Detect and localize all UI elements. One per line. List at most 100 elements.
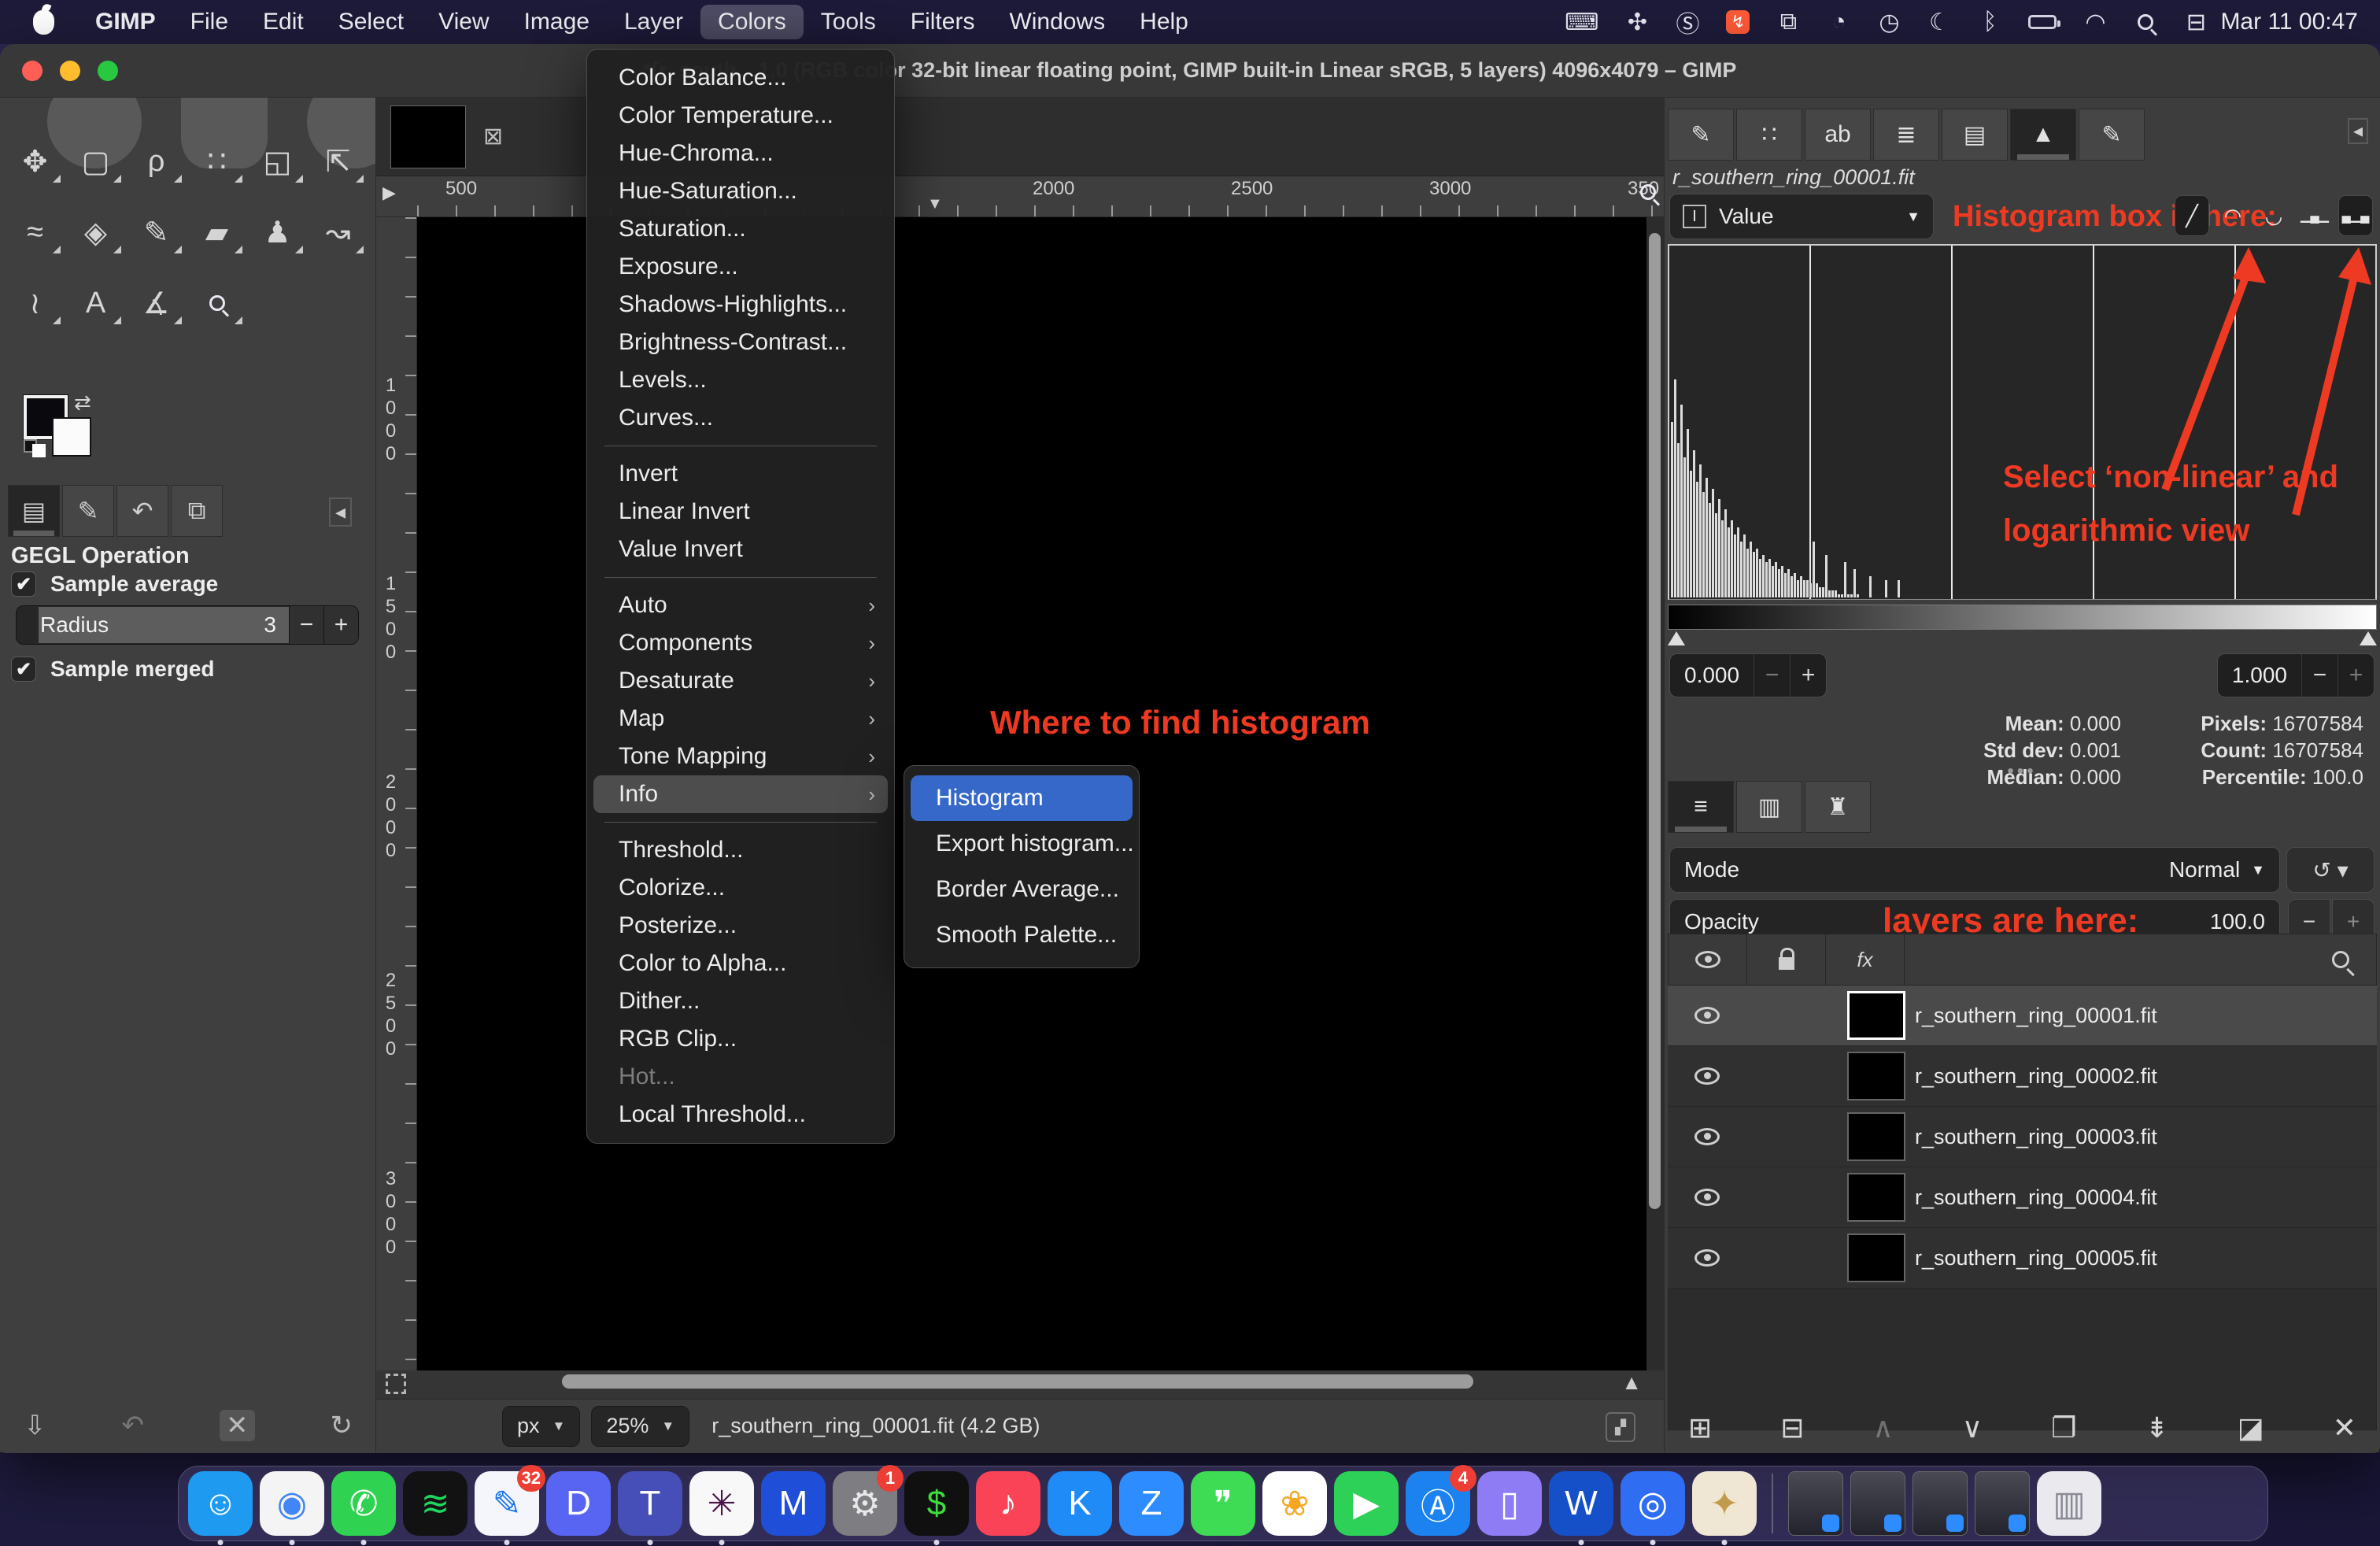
dock-icon-keynote[interactable]: K (1048, 1471, 1112, 1536)
layer-thumbnail[interactable] (1847, 1233, 1905, 1282)
apple-menu-icon[interactable] (33, 10, 54, 35)
low-range-handle[interactable] (1668, 631, 1685, 645)
horizontal-ruler[interactable]: ▶ 500200025003000350 ▼ (376, 176, 1664, 217)
dock-icon-whatsapp[interactable]: ✆ (331, 1471, 396, 1536)
menu-item-components[interactable]: Components› (593, 624, 888, 662)
linear-scale-view-button[interactable]: ▁▄▁ (2297, 195, 2332, 236)
dock-icon-finder[interactable]: ☺ (188, 1471, 253, 1536)
layer-row[interactable]: r_southern_ring_00004.fit (1668, 1167, 2377, 1228)
layer-name[interactable]: r_southern_ring_00001.fit (1915, 1004, 2157, 1028)
zoom-tool[interactable] (187, 279, 247, 327)
minimized-window-thumbnail[interactable] (1975, 1471, 2030, 1536)
menu-item-levels[interactable]: Levels... (593, 361, 888, 399)
dock-icon-devices[interactable]: ▯ (1477, 1471, 1542, 1536)
dock-icon-system-settings[interactable]: ⚙1 (833, 1471, 897, 1536)
ruler-unit-dropdown[interactable]: px ▼ (502, 1406, 580, 1447)
default-colors-icon[interactable] (24, 439, 46, 453)
submenu-item-border-average[interactable]: Border Average... (911, 867, 1133, 912)
warp-tool[interactable]: ≈ (5, 208, 65, 257)
layer-visible-eye-icon[interactable] (1694, 1189, 1720, 1206)
menu-item-threshold[interactable]: Threshold... (593, 831, 888, 869)
dock-icon-chrome[interactable]: ◉ (260, 1471, 324, 1536)
menu-item-posterize[interactable]: Posterize... (593, 907, 888, 945)
dock-icon-photos[interactable]: ❀ (1262, 1471, 1327, 1536)
menu-item-desaturate[interactable]: Desaturate› (593, 662, 888, 700)
tab-fonts[interactable]: ab (1805, 109, 1871, 161)
tab-brushes[interactable]: ✎ (1668, 109, 1734, 161)
menu-item-color-temperature[interactable]: Color Temperature... (593, 97, 888, 135)
range-low-decrement-button[interactable]: − (1754, 654, 1790, 697)
new-layer-group-button[interactable]: ⊟ (1780, 1411, 1804, 1444)
dock-icon-music[interactable]: ♪ (976, 1471, 1040, 1536)
menu-item-colorize[interactable]: Colorize... (593, 869, 888, 907)
linear-histogram-button[interactable]: ╱ (2175, 195, 2209, 236)
range-high-spinner[interactable]: 1.000 − + (2217, 653, 2374, 697)
image-tab-close-icon[interactable]: ⊠ (483, 123, 503, 150)
high-range-handle[interactable] (2360, 631, 2377, 645)
menu-item-value-invert[interactable]: Value Invert (593, 531, 888, 568)
save-tool-preset-button[interactable]: ⇩ (24, 1410, 46, 1441)
tab-device-status[interactable]: ✎ (62, 485, 114, 537)
swap-colors-icon[interactable]: ⇄ (74, 390, 91, 415)
layer-thumbnail[interactable] (1847, 1052, 1905, 1100)
lock-column-icon[interactable] (1747, 934, 1826, 985)
dock-icon-app-store[interactable]: Ⓐ4 (1406, 1471, 1470, 1536)
merge-layer-button[interactable]: ⇟ (2145, 1411, 2169, 1444)
minimized-window-thumbnail[interactable] (1850, 1471, 1905, 1536)
layer-visible-eye-icon[interactable] (1694, 1128, 1720, 1145)
menubar-item-filters[interactable]: Filters (893, 5, 992, 39)
raise-layer-button[interactable]: ∧ (1872, 1411, 1893, 1444)
dock-icon-teams[interactable]: T (618, 1471, 682, 1536)
layer-thumbnail[interactable] (1847, 1112, 1905, 1161)
title-bar[interactable]: *[r_south…1.0 (RGB color 32-bit linear f… (0, 44, 2380, 98)
keyboard-icon[interactable]: ⌨ (1565, 9, 1598, 36)
layer-thumbnail[interactable] (1847, 1173, 1905, 1222)
battery-icon[interactable] (2028, 15, 2057, 29)
menu-item-shadows-highlights[interactable]: Shadows-Highlights... (593, 286, 888, 324)
wifi-icon[interactable]: ◠ (2083, 9, 2107, 36)
rectangle-select-tool[interactable]: ▢ (65, 137, 126, 186)
image-tab-thumbnail[interactable] (390, 105, 466, 168)
vertical-scrollbar-thumb[interactable] (1649, 233, 1661, 1209)
vertical-scrollbar[interactable] (1646, 217, 1664, 1370)
layer-name[interactable]: r_southern_ring_00003.fit (1915, 1125, 2157, 1149)
timer-icon[interactable]: ◷ (1877, 9, 1901, 36)
do-not-disturb-moon-icon[interactable]: ☾ (1927, 9, 1951, 36)
menu-item-dither[interactable]: Dither... (593, 982, 888, 1020)
clone-tool[interactable]: ♟ (247, 208, 308, 257)
dock-icon-shortcuts[interactable]: ◎ (1621, 1471, 1685, 1536)
menu-bar-clock[interactable]: Mar 11 00:47 (2220, 9, 2358, 35)
effects-column-icon[interactable]: fx (1826, 934, 1905, 985)
layer-mode-row[interactable]: Mode Normal ▼ (1669, 847, 2280, 893)
logarithmic-scale-view-button[interactable]: ▄▁▄ (2338, 195, 2373, 236)
visibility-column-eye-icon[interactable] (1669, 934, 1747, 985)
dock-icon-mail[interactable]: ✎32 (475, 1471, 539, 1536)
dock-icon-cleanmymac[interactable]: ✦ (1692, 1471, 1757, 1536)
collapse-dock-icon[interactable]: ◂ (2348, 118, 2368, 144)
horizontal-scrollbar[interactable]: ▲ (376, 1370, 1664, 1399)
dock-icon-word[interactable]: W (1549, 1471, 1613, 1536)
paintbrush-tool[interactable]: ✎ (126, 208, 187, 257)
minimized-window-thumbnail[interactable] (1913, 1471, 1968, 1536)
status-nav-icon[interactable]: ▞ (1606, 1412, 1635, 1442)
minimized-window-thumbnail[interactable] (1788, 1471, 1843, 1536)
airbrush-tool[interactable]: ≀ (5, 279, 65, 327)
dock-icon-terminal[interactable]: $ (904, 1471, 969, 1536)
delete-layer-button[interactable]: ✕ (2333, 1411, 2356, 1444)
horizontal-scrollbar-thumb[interactable] (562, 1374, 1473, 1389)
dock-icon-zoom[interactable]: Z (1119, 1471, 1184, 1536)
smudge-tool[interactable]: ↝ (308, 208, 368, 257)
non-linear-histogram-button[interactable]: ◠ (2216, 195, 2250, 236)
measure-tool[interactable]: ∡ (126, 279, 187, 327)
layer-visible-eye-icon[interactable] (1694, 1249, 1720, 1267)
dock-icon-discord[interactable]: D (546, 1471, 611, 1536)
layer-name[interactable]: r_southern_ring_00005.fit (1915, 1246, 2157, 1270)
menu-item-saturation[interactable]: Saturation... (593, 210, 888, 248)
radius-slider[interactable]: Radius 3 − + (16, 605, 359, 645)
bluetooth-icon[interactable]: ᛒ (1978, 9, 2001, 35)
dock-icon-messages[interactable]: ❞ (1191, 1471, 1255, 1536)
password-manager-icon[interactable]: Ⓢ (1676, 5, 1699, 39)
menu-item-rgb-clip[interactable]: RGB Clip... (593, 1020, 888, 1058)
duplicate-layer-button[interactable]: ❐ (2051, 1411, 2076, 1444)
sample-merged-checkbox[interactable]: ✔ (11, 656, 36, 682)
